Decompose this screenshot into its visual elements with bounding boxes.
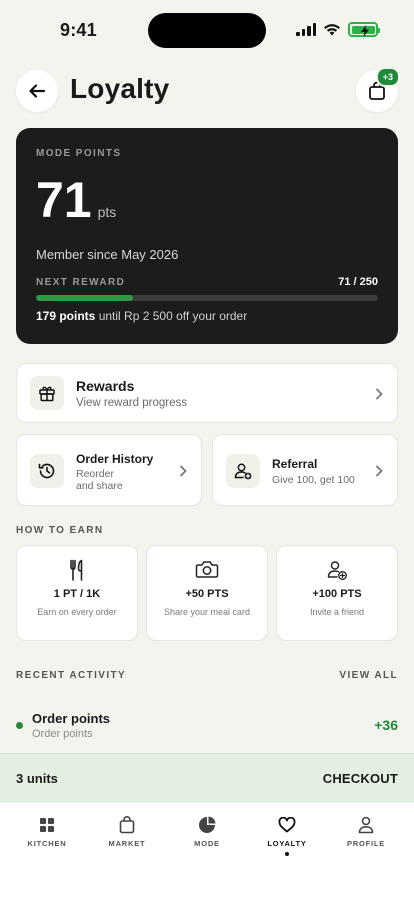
cart-button[interactable]: +3	[356, 67, 400, 112]
dynamic-island	[148, 13, 266, 48]
tab-mode[interactable]: MODE	[167, 815, 247, 848]
gift-icon-tile	[30, 376, 64, 410]
tab-label: LOYALTY	[267, 839, 307, 848]
active-tab-indicator	[285, 852, 289, 856]
recent-activity-label: RECENT ACTIVITY	[16, 670, 127, 681]
status-icons	[296, 22, 380, 37]
back-button[interactable]	[16, 70, 58, 112]
activity-subtitle: Order points	[32, 728, 93, 740]
cutlery-icon	[70, 559, 83, 581]
referral-subtitle: Give 100, get 100	[272, 474, 355, 486]
earn-title: +100 PTS	[312, 588, 362, 600]
how-to-earn-label: HOW TO EARN	[16, 525, 104, 536]
activity-item[interactable]: Order points Order points +36	[16, 706, 398, 746]
tab-label: MODE	[194, 839, 220, 848]
next-reward-progress-text: 71 / 250	[338, 276, 378, 288]
tab-kitchen[interactable]: KITCHEN	[7, 815, 87, 848]
history-icon-tile	[30, 454, 64, 488]
rewards-subtitle: View reward progress	[76, 397, 188, 409]
earn-subtitle: Share your meal card	[163, 607, 251, 617]
person-icon	[358, 816, 374, 834]
order-history-subtitle-1: Reorder	[76, 468, 114, 480]
earn-title: 1 PT / 1K	[53, 588, 101, 600]
arrow-left-icon	[29, 84, 46, 98]
add-user-icon	[234, 463, 252, 480]
add-user-icon-tile	[226, 454, 260, 488]
tab-bar: KITCHEN MARKET MODE LOYALTY PROFILE	[0, 802, 414, 900]
history-icon	[38, 463, 55, 479]
rewards-card[interactable]: Rewards View reward progress	[16, 363, 398, 423]
status-time: 9:41	[60, 20, 97, 40]
referral-title: Referral	[272, 457, 318, 471]
rewards-title: Rewards	[76, 378, 135, 394]
bag-icon	[119, 816, 135, 834]
view-all-link[interactable]: VIEW ALL	[339, 670, 398, 681]
reward-progress-fill	[36, 295, 134, 301]
reward-progress-bar	[36, 295, 378, 301]
camera-icon	[195, 561, 219, 578]
points-until-text: until Rp 2 500 off your order	[95, 309, 248, 323]
wifi-icon	[324, 24, 340, 36]
tab-label: KITCHEN	[27, 839, 67, 848]
tab-profile[interactable]: PROFILE	[326, 815, 406, 848]
earn-card-orders: 1 PT / 1K Earn on every order	[16, 545, 138, 641]
tab-label: MARKET	[108, 839, 146, 848]
tab-label: PROFILE	[346, 839, 386, 848]
activity-status-dot	[16, 722, 23, 729]
tab-loyalty[interactable]: LOYALTY	[247, 815, 327, 856]
order-history-title: Order History	[76, 452, 154, 466]
tab-market[interactable]: MARKET	[87, 815, 167, 848]
activity-points: +36	[374, 717, 398, 733]
grid-icon	[40, 818, 54, 832]
signal-icon	[296, 23, 316, 36]
earn-card-share: +50 PTS Share your meal card	[146, 545, 268, 641]
header: Loyalty +3	[16, 67, 400, 112]
points-until-reward: 179 points until Rp 2 500 off your order	[36, 309, 378, 323]
next-reward-label: NEXT REWARD	[36, 276, 126, 288]
gift-icon	[39, 386, 55, 402]
status-bar: 9:41	[0, 0, 414, 60]
earn-subtitle: Invite a friend	[309, 607, 365, 617]
checkout-button[interactable]: CHECKOUT	[323, 771, 398, 786]
referral-card[interactable]: Referral Give 100, get 100	[212, 434, 398, 506]
earn-title: +50 PTS	[185, 588, 229, 600]
member-since: Member since May 2026	[36, 247, 179, 262]
pie-icon	[199, 816, 216, 833]
checkout-bar: 3 units CHECKOUT	[0, 753, 414, 802]
add-user-icon	[327, 561, 347, 580]
earn-subtitle: Earn on every order	[37, 607, 117, 617]
points-unit: pts	[97, 204, 117, 220]
points-value: 71	[36, 172, 92, 228]
points-label: MODE POINTS	[36, 148, 122, 159]
chevron-right-icon	[177, 465, 189, 477]
order-history-card[interactable]: Order History Reorder and share	[16, 434, 202, 506]
activity-title: Order points	[32, 711, 111, 726]
earn-card-invite: +100 PTS Invite a friend	[276, 545, 398, 641]
points-card: MODE POINTS 71 pts Member since May 2026…	[16, 128, 398, 344]
heart-icon	[278, 817, 296, 833]
cart-count-badge: +3	[375, 67, 400, 87]
cart-units: 3 units	[16, 771, 58, 786]
order-history-subtitle-2: and share	[76, 480, 123, 492]
chevron-right-icon	[373, 388, 385, 400]
battery-icon	[348, 22, 380, 37]
points-remaining: 179 points	[36, 309, 96, 323]
page-title: Loyalty	[70, 73, 170, 104]
chevron-right-icon	[373, 465, 385, 477]
